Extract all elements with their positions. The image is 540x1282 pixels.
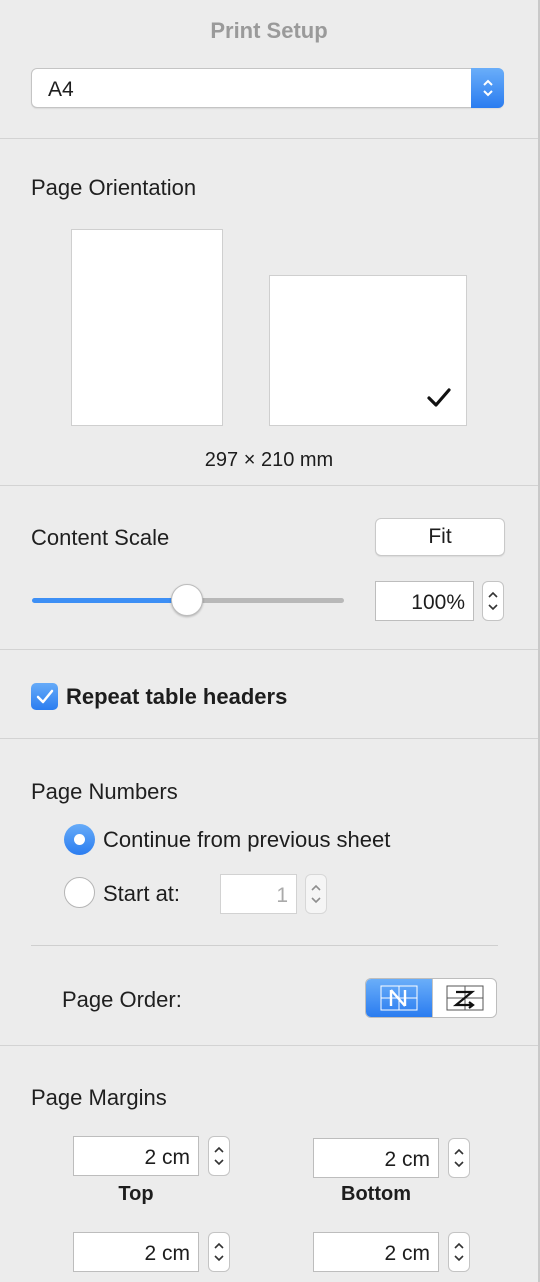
margin-left-stepper[interactable] [208, 1232, 230, 1272]
down-then-over-icon [380, 985, 418, 1011]
scale-percent-field[interactable]: 100% [375, 581, 474, 621]
page-order-over-then-down[interactable] [432, 979, 496, 1017]
divider [0, 738, 538, 739]
margin-right-stepper[interactable] [448, 1232, 470, 1272]
landscape-orientation-option[interactable] [269, 275, 467, 426]
continue-radio[interactable] [64, 824, 95, 855]
margin-top-field[interactable]: 2 cm [73, 1136, 199, 1176]
scale-slider-knob[interactable] [171, 584, 203, 616]
checkmark-icon [427, 388, 451, 407]
repeat-headers-label[interactable]: Repeat table headers [66, 684, 287, 710]
divider [0, 1045, 538, 1046]
stepper-arrows-icon [214, 1242, 224, 1262]
repeat-headers-checkbox[interactable] [31, 683, 58, 710]
stepper-arrows-icon [454, 1148, 464, 1168]
over-then-down-icon [446, 985, 483, 1011]
fit-button[interactable]: Fit [375, 518, 505, 556]
panel-title: Print Setup [210, 18, 328, 43]
orientation-heading: Page Orientation [31, 175, 197, 200]
paper-dimensions: 297 × 210 mm [204, 449, 334, 471]
scale-slider-track[interactable] [186, 598, 344, 603]
paper-size-popup[interactable]: A4 [31, 68, 504, 108]
page-numbers-heading: Page Numbers [31, 779, 178, 804]
margin-left-field[interactable]: 2 cm [73, 1232, 199, 1272]
stepper-arrows-icon [454, 1242, 464, 1262]
content-scale-heading: Content Scale [31, 525, 170, 550]
margin-right-field[interactable]: 2 cm [313, 1232, 439, 1272]
scale-stepper[interactable] [482, 581, 504, 621]
margin-bottom-field[interactable]: 2 cm [313, 1138, 439, 1178]
start-at-label[interactable]: Start at: [103, 881, 180, 907]
paper-size-value: A4 [48, 78, 74, 101]
page-margins-heading: Page Margins [31, 1085, 167, 1110]
portrait-orientation-option[interactable] [71, 229, 223, 426]
stepper-arrows-icon [488, 591, 498, 611]
margin-top-stepper[interactable] [208, 1136, 230, 1176]
start-at-radio[interactable] [64, 877, 95, 908]
updown-chevron-icon [471, 68, 504, 108]
continue-label[interactable]: Continue from previous sheet [103, 827, 390, 853]
check-icon [36, 689, 53, 703]
page-order-label: Page Order: [62, 987, 182, 1012]
page-order-control[interactable] [365, 978, 497, 1018]
scale-slider-fill [32, 598, 189, 603]
page-order-down-then-over[interactable] [366, 979, 432, 1017]
start-at-field[interactable]: 1 [220, 874, 297, 914]
divider [0, 138, 538, 139]
divider [0, 485, 538, 486]
margin-top-label: Top [118, 1183, 154, 1205]
margin-bottom-stepper[interactable] [448, 1138, 470, 1178]
divider [31, 945, 498, 946]
start-at-stepper[interactable] [305, 874, 327, 914]
stepper-arrows-icon [311, 884, 321, 904]
divider [0, 649, 538, 650]
margin-bottom-label: Bottom [341, 1183, 411, 1205]
stepper-arrows-icon [214, 1146, 224, 1166]
